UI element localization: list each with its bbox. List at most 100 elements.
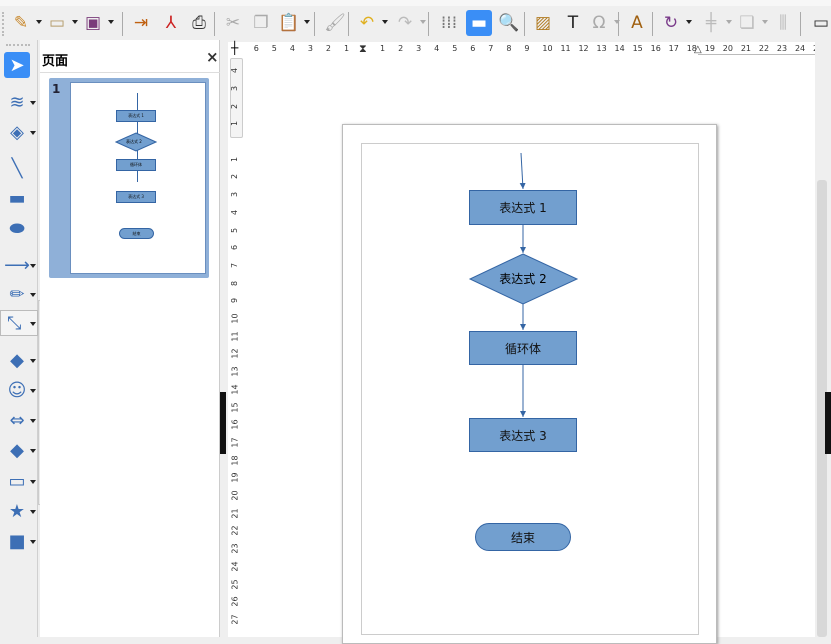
line-arrow-icon[interactable]: ⟶ [4, 252, 30, 278]
toolbar-separator [524, 12, 525, 36]
fontwork-icon[interactable]: A [624, 10, 650, 36]
rotate-icon[interactable]: ↻ [658, 10, 684, 36]
redo-icon[interactable]: ↷ [392, 10, 418, 36]
helplines-icon[interactable]: ▬ [466, 10, 492, 36]
special-character-dropdown[interactable] [614, 20, 620, 24]
sidebar-collapse-handle[interactable] [825, 392, 831, 454]
vertical-ruler: 4 3 2 1 1 2 3 4 5 6 7 8 9 10 11 12 13 14 15 16 17 18 19 20 21 22 2… [228, 56, 244, 637]
toolbar-separator [348, 12, 349, 36]
basic-shapes-dropdown[interactable] [30, 359, 36, 363]
ruler-tick-label: 3 [416, 44, 422, 53]
ruler-tick-label: 6 [470, 44, 476, 53]
ruler-tick-label: 3 [230, 85, 240, 91]
select-pointer-icon[interactable]: ➤ [4, 52, 30, 78]
left-indent-marker[interactable]: ⧗ [359, 43, 367, 54]
new-document-dropdown[interactable] [36, 20, 42, 24]
line-icon[interactable]: ╲ [4, 155, 30, 181]
process-expr3[interactable]: 表达式 3 [469, 418, 577, 452]
panel-collapse-handle[interactable] [220, 392, 226, 454]
cut-icon[interactable]: ✂ [220, 10, 246, 36]
print-icon[interactable]: ⎙ [186, 10, 212, 36]
distribute-icon[interactable]: ⫼ [770, 10, 796, 36]
paste-icon[interactable]: 📋 [276, 10, 302, 36]
ruler-tick-label: 24 [230, 561, 240, 572]
flowchart-dropdown[interactable] [30, 449, 36, 453]
fill-color-dropdown[interactable] [30, 131, 36, 135]
arrange-dropdown[interactable] [762, 20, 768, 24]
thumb-expr2: 表达式 2 [126, 139, 142, 144]
ruler-tick-label: 4 [230, 68, 240, 74]
ruler-tick-label: 21 [230, 508, 240, 519]
arrow-start[interactable] [519, 152, 526, 190]
fill-color-icon[interactable]: ◈ [4, 119, 30, 145]
ruler-tick-label: 24 [794, 44, 806, 53]
ruler-tick-label: 8 [506, 44, 512, 53]
copy-icon[interactable]: ❐ [248, 10, 274, 36]
line-arrow-dropdown[interactable] [30, 264, 36, 268]
block-arrows-icon[interactable]: ⇔ [4, 407, 30, 433]
undo-dropdown[interactable] [382, 20, 388, 24]
special-character-icon[interactable]: Ω [586, 10, 612, 36]
connector-dropdown[interactable] [30, 322, 36, 326]
arrange-icon[interactable]: ❏ [734, 10, 760, 36]
toolbar-grip[interactable] [2, 12, 5, 36]
align-icon[interactable]: ╪ [698, 10, 724, 36]
stars-icon[interactable]: ★ [4, 498, 30, 524]
terminator-end[interactable]: 结束 [475, 523, 571, 551]
standard-toolbar: ✎ ▭ ▣ ⇥ ⅄ ⎙ ✂ ❐ 📋 🖌 ↶ ↷ ⁞⁞⁞ ▬ 🔍 ▨ T Ω A ↻ ╪ ❏ ⫼ ▭ [0, 6, 831, 40]
ellipse-icon[interactable]: ⬬ [4, 215, 30, 241]
ruler-margin-right [698, 54, 815, 55]
callout-dropdown[interactable] [30, 480, 36, 484]
ruler-tick-label: 1 [230, 121, 240, 127]
align-dropdown[interactable] [726, 20, 732, 24]
process-loop[interactable]: 循环体 [469, 331, 577, 365]
ruler-tick-label: 14 [614, 44, 625, 53]
flowchart-icon[interactable]: ◆ [4, 437, 30, 463]
ruler-tick-label: 5 [452, 44, 458, 53]
pages-panel-title: 页面 [42, 54, 69, 69]
toolbar-separator [428, 12, 429, 36]
line-color-icon[interactable]: ≋ [4, 89, 30, 115]
pencil-icon[interactable]: ✏ [4, 281, 30, 307]
line-color-dropdown[interactable] [30, 101, 36, 105]
block-arrows-dropdown[interactable] [30, 419, 36, 423]
pages-panel: 页面 × 1 表达式 1 表达式 2 循环体 表达式 3 结束 [40, 40, 220, 637]
process-expr1[interactable]: 表达式 1 [469, 190, 577, 225]
image-icon[interactable]: ▨ [530, 10, 556, 36]
save-dropdown[interactable] [108, 20, 114, 24]
clone-formatting-icon[interactable]: 🖌 [322, 10, 348, 36]
paste-dropdown[interactable] [304, 20, 310, 24]
symbol-shapes-icon[interactable]: ☺ [4, 377, 30, 403]
3d-objects-icon[interactable]: ■ [4, 528, 30, 554]
redo-dropdown[interactable] [420, 20, 426, 24]
page-thumbnail-selected[interactable]: 1 表达式 1 表达式 2 循环体 表达式 3 结束 [49, 78, 209, 278]
symbol-shapes-dropdown[interactable] [30, 389, 36, 393]
grid-icon[interactable]: ⁞⁞⁞ [436, 10, 462, 36]
rotate-dropdown[interactable] [686, 20, 692, 24]
ruler-origin-icon[interactable]: ┼ [231, 42, 238, 54]
rectangle-icon[interactable]: ▬ [4, 185, 30, 211]
shadow-icon[interactable]: ▭ [808, 10, 831, 36]
drawing-canvas[interactable]: 表达式 1 表达式 2 循环体 表达式 3 结束 [244, 56, 815, 644]
callout-icon[interactable]: ▭ [4, 468, 30, 494]
zoom-icon[interactable]: 🔍 [496, 10, 522, 36]
open-folder-icon[interactable]: ▭ [44, 10, 70, 36]
ruler-tick-label: 4 [289, 44, 295, 53]
new-document-icon[interactable]: ✎ [8, 10, 34, 36]
undo-icon[interactable]: ↶ [354, 10, 380, 36]
stars-dropdown[interactable] [30, 510, 36, 514]
ruler-tick-label: 26 [230, 596, 240, 607]
text-box-icon[interactable]: T [560, 10, 586, 36]
basic-shapes-icon[interactable]: ◆ [4, 347, 30, 373]
toolbar-grip[interactable] [6, 44, 30, 47]
close-panel-button[interactable]: × [206, 48, 219, 66]
save-icon[interactable]: ▣ [80, 10, 106, 36]
export-icon[interactable]: ⇥ [128, 10, 154, 36]
3d-objects-dropdown[interactable] [30, 540, 36, 544]
vertical-scrollbar[interactable] [815, 42, 831, 637]
export-pdf-icon[interactable]: ⅄ [158, 10, 184, 36]
pencil-dropdown[interactable] [30, 293, 36, 297]
open-folder-dropdown[interactable] [72, 20, 78, 24]
ruler-tick-label: 8 [230, 280, 240, 286]
ruler-tick-label: 10 [230, 313, 240, 324]
